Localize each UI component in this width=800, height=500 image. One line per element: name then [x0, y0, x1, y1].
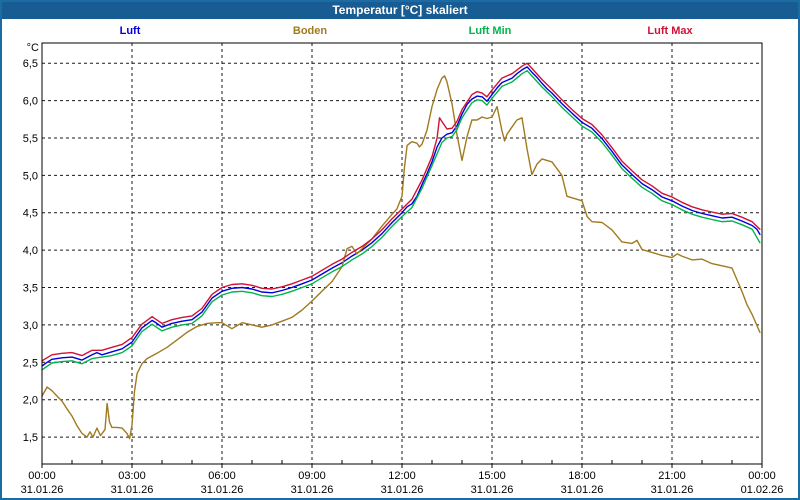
y-tick-label: 5,0	[23, 170, 38, 182]
x-tick-date-label: 31.01.26	[291, 484, 334, 496]
x-tick-date-label: 01.02.26	[741, 484, 784, 496]
chart-window: Temperatur [°C] skaliert Luft Boden Luft M…	[0, 0, 800, 500]
temperature-chart: 6,5 6,0 5,5 5,0 4,5 4,0 3,5 3,0 2,5 2,0 1,5 °C 00:00…	[21, 42, 784, 496]
x-tick-date-label: 31.01.26	[471, 484, 514, 496]
x-tick-time-label: 18:00	[568, 470, 596, 482]
x-tick-time-label: 21:00	[658, 470, 686, 482]
x-tick-time-label: 03:00	[118, 470, 146, 482]
x-tick-time-label: 15:00	[478, 470, 506, 482]
x-tick-time-label: 06:00	[208, 470, 236, 482]
x-tick-time-label: 12:00	[388, 470, 416, 482]
x-tick-date-label: 31.01.26	[21, 484, 64, 496]
x-tick-time-label: 00:00	[28, 470, 56, 482]
y-axis-unit-label: °C	[27, 42, 39, 54]
y-tick-label: 2,0	[23, 395, 38, 407]
y-tick-label: 2,5	[23, 357, 38, 369]
y-tick-label: 3,0	[23, 320, 38, 332]
x-tick-date-label: 31.01.26	[381, 484, 424, 496]
y-tick-label: 4,0	[23, 245, 38, 257]
y-tick-label: 6,5	[23, 58, 38, 70]
x-tick-date-label: 31.01.26	[201, 484, 244, 496]
y-tick-label: 6,0	[23, 96, 38, 108]
x-tick-date-label: 31.01.26	[561, 484, 604, 496]
y-tick-label: 4,5	[23, 208, 38, 220]
y-tick-label: 3,5	[23, 283, 38, 295]
x-tick-date-label: 31.01.26	[651, 484, 694, 496]
x-tick-time-label: 09:00	[298, 470, 326, 482]
y-tick-label: 1,5	[23, 432, 38, 444]
x-tick-date-label: 31.01.26	[111, 484, 154, 496]
x-tick-time-label: 00:00	[748, 470, 776, 482]
y-tick-label: 5,5	[23, 133, 38, 145]
